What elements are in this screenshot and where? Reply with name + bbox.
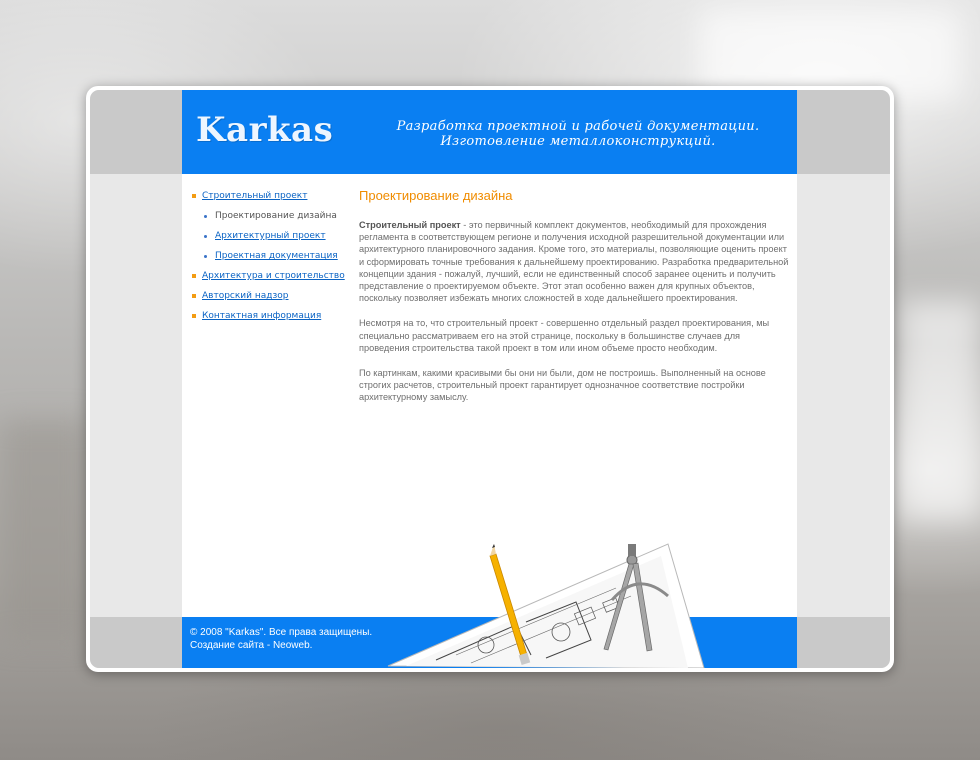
header-side-right bbox=[797, 90, 890, 174]
body-side-left bbox=[90, 174, 182, 617]
dot-icon bbox=[204, 235, 207, 238]
nav-subitem-architectural: Архитектурный проект bbox=[190, 228, 360, 248]
nav-item-contacts: Контактная информация bbox=[190, 308, 360, 328]
article: Проектирование дизайна Строительный прое… bbox=[359, 188, 791, 417]
background-furniture bbox=[0, 420, 90, 640]
nav-item-architecture: Архитектура и строительство bbox=[190, 268, 360, 288]
article-paragraph-1: Строительный проект - это первичный комп… bbox=[359, 219, 791, 304]
credit-prefix: Создание сайта - bbox=[190, 640, 273, 651]
nav-link-contacts[interactable]: Контактная информация bbox=[202, 308, 321, 324]
nav-current-design: Проектирование дизайна bbox=[215, 211, 337, 221]
header-side-left bbox=[90, 90, 182, 174]
bullet-icon bbox=[192, 314, 196, 318]
footer-text: © 2008 "Karkas". Все права защищены. Соз… bbox=[190, 626, 372, 652]
nav-link-project-documentation[interactable]: Проектная документация bbox=[215, 248, 338, 264]
nav-link-supervision[interactable]: Авторский надзор bbox=[202, 288, 289, 304]
footer-side-right bbox=[797, 617, 890, 668]
nav-link-architectural-project[interactable]: Архитектурный проект bbox=[215, 228, 326, 244]
dot-icon bbox=[204, 215, 207, 218]
tagline-line-1: Разработка проектной и рабочей документа… bbox=[396, 119, 760, 134]
tagline-line-2: Изготовление металлоконструкций. bbox=[440, 134, 716, 149]
nav-link-architecture[interactable]: Архитектура и строительство bbox=[202, 268, 345, 284]
article-paragraph-2: Несмотря на то, что строительный проект … bbox=[359, 318, 770, 353]
footer-side-left bbox=[90, 617, 182, 668]
credit-line: Создание сайта - Neoweb. bbox=[190, 639, 372, 652]
neoweb-link[interactable]: Neoweb bbox=[273, 640, 310, 651]
bullet-icon bbox=[192, 294, 196, 298]
site-tagline: Разработка проектной и рабочей документа… bbox=[378, 119, 778, 149]
nav-item-construction-project: Строительный проект bbox=[190, 188, 360, 208]
nav-item-supervision: Авторский надзор bbox=[190, 288, 360, 308]
bullet-icon bbox=[192, 194, 196, 198]
background-window-light-right bbox=[900, 300, 980, 520]
nav-link-construction-project[interactable]: Строительный проект bbox=[202, 188, 307, 204]
nav-subitem-documentation: Проектная документация bbox=[190, 248, 360, 268]
body-side-right bbox=[797, 174, 890, 617]
credit-suffix: . bbox=[309, 640, 313, 651]
site-header: Karkas Разработка проектной и рабочей до… bbox=[182, 90, 797, 174]
website: Karkas Разработка проектной и рабочей до… bbox=[90, 90, 890, 668]
article-paragraph-1-text: - это первичный комплект документов, нео… bbox=[359, 220, 789, 304]
article-paragraph-3: По картинкам, какими красивыми бы они ни… bbox=[359, 368, 766, 403]
article-term: Строительный проект bbox=[359, 220, 461, 230]
sidebar-nav: Строительный проект Проектирование дизай… bbox=[190, 188, 360, 328]
copyright-text: © 2008 "Karkas". Все права защищены. bbox=[190, 627, 373, 638]
site-window: Karkas Разработка проектной и рабочей до… bbox=[86, 86, 894, 672]
site-logo[interactable]: Karkas bbox=[196, 110, 333, 150]
page-title: Проектирование дизайна bbox=[359, 188, 513, 203]
blueprint-drawing-illustration bbox=[387, 543, 705, 668]
bullet-icon bbox=[192, 274, 196, 278]
dot-icon bbox=[204, 255, 207, 258]
nav-subitem-design: Проектирование дизайна bbox=[190, 208, 360, 228]
